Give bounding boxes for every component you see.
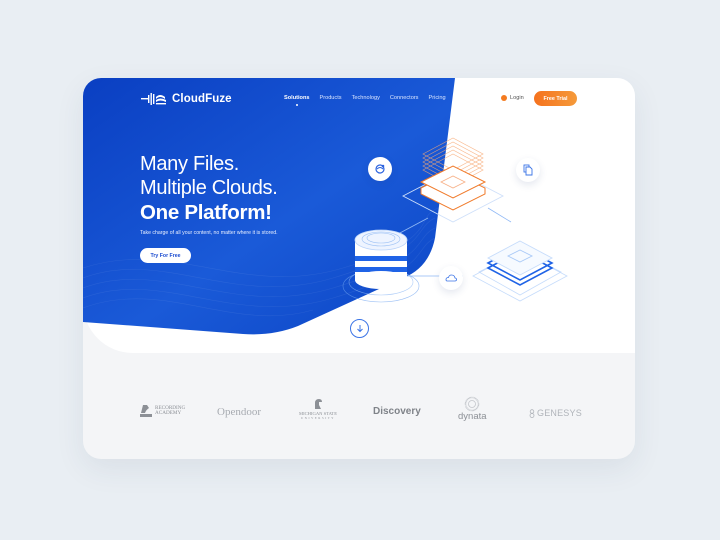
client-logo-recording-academy: RECORDING ACADEMY (140, 404, 185, 418)
client-logo-michigan-state: MICHIGAN STATE UNIVERSITY (299, 398, 337, 420)
cloudfuze-logo-icon (141, 93, 166, 105)
scroll-down-icon (356, 325, 363, 333)
opendoor-wordmark: Opendoor (217, 406, 261, 418)
document-icon (523, 164, 533, 176)
cloud-bubble (439, 266, 463, 290)
headline-line-1: Many Files. (140, 153, 239, 175)
client-logo-discovery: Discovery (373, 406, 421, 417)
nav-item-technology[interactable]: Technology (352, 95, 380, 101)
hero-subtitle: Take charge of all your content, no matt… (140, 230, 278, 236)
hero-headline: Many Files. Multiple Clouds. One Platfor… (140, 152, 278, 225)
recording-academy-line2: ACADEMY (155, 410, 182, 416)
nav-item-products[interactable]: Products (319, 95, 341, 101)
grammy-icon (140, 405, 152, 417)
nav-item-solutions[interactable]: Solutions (284, 95, 309, 106)
client-logo-opendoor: Opendoor (217, 406, 261, 418)
genesys-icon (529, 408, 535, 418)
try-for-free-button[interactable]: Try For Free (140, 248, 191, 263)
main-menu: Solutions Products Technology Connectors… (284, 95, 446, 106)
client-logo-dynata: dynata (458, 396, 487, 422)
dynata-burst-icon (465, 396, 480, 412)
client-logos: RECORDING ACADEMY Opendoor MICHIGAN STAT… (83, 394, 635, 434)
genesys-wordmark: GENESYS (537, 408, 582, 418)
nav-item-connectors[interactable]: Connectors (390, 95, 419, 101)
spartan-helmet-icon (315, 399, 323, 409)
orange-server-stack (402, 137, 504, 223)
cloud-icon (445, 274, 457, 282)
database-cylinder (342, 229, 420, 303)
login-label: Login (510, 95, 524, 101)
discovery-wordmark: Discovery (373, 406, 421, 417)
document-bubble (516, 158, 540, 182)
headline-line-3: One Platform! (140, 201, 272, 224)
scroll-down-button[interactable] (350, 319, 369, 338)
msu-line2: UNIVERSITY (301, 416, 336, 420)
sync-globe-icon (375, 164, 385, 174)
platform-illustration (342, 137, 568, 303)
headline-line-2: Multiple Clouds. (140, 177, 278, 199)
brand-name: CloudFuze (172, 93, 232, 105)
landing-page-card: CloudFuze Solutions Products Technology … (83, 78, 635, 459)
free-trial-button[interactable]: Free Trial (534, 91, 577, 106)
dynata-wordmark: dynata (458, 411, 487, 422)
user-icon (501, 95, 507, 101)
login-link[interactable]: Login (501, 95, 524, 101)
brand-logo[interactable]: CloudFuze (141, 92, 232, 106)
sync-bubble (368, 157, 392, 181)
client-logo-genesys: GENESYS (529, 408, 582, 418)
blue-server-stack (472, 240, 568, 302)
nav-item-pricing[interactable]: Pricing (428, 95, 445, 101)
